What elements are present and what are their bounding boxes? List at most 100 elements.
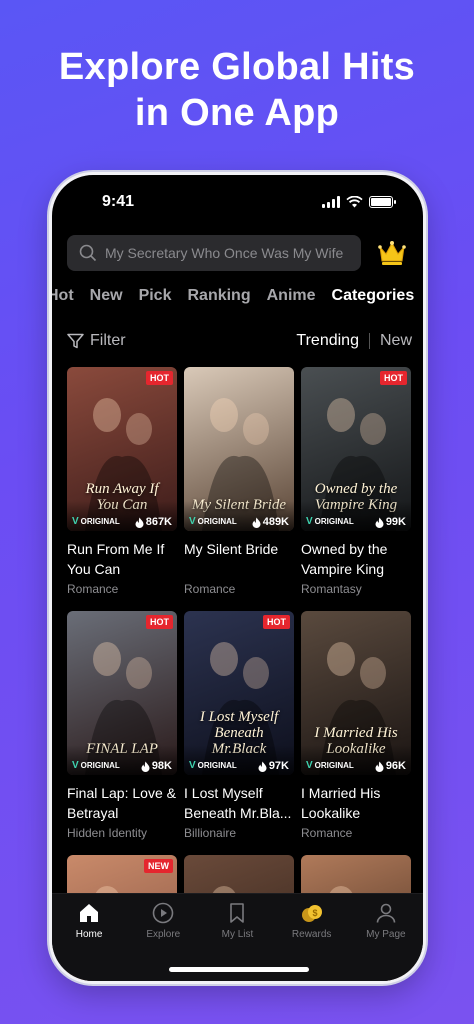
filter-row: Filter Trending New bbox=[67, 332, 412, 354]
original-mark: V ORIGINAL bbox=[189, 516, 237, 527]
wifi-icon bbox=[346, 196, 363, 208]
original-label: ORIGINAL bbox=[314, 517, 354, 526]
cover-image: My Silent BrideVORIGINAL489K bbox=[184, 367, 294, 531]
original-v-icon: V bbox=[72, 516, 79, 527]
battery-icon bbox=[369, 196, 396, 208]
promo-line-2: in One App bbox=[134, 92, 340, 134]
filter-label: Filter bbox=[90, 332, 126, 349]
category-tabs: Hot New Pick Ranking Anime Categories bbox=[52, 287, 423, 313]
sort-new[interactable]: New bbox=[380, 332, 412, 350]
nav-explore-label: Explore bbox=[146, 929, 181, 940]
drama-genre: Billionaire bbox=[184, 826, 237, 840]
nav-my-list[interactable]: My List bbox=[202, 902, 272, 940]
view-count-value: 867K bbox=[145, 516, 172, 528]
drama-genre: Romance bbox=[184, 582, 236, 596]
status-bar: 9:41 bbox=[52, 191, 423, 215]
phone-frame: 9:41 My Secretary Who Once Was My Wife H… bbox=[49, 172, 426, 984]
drama-title: Run From Me If You Can bbox=[67, 541, 165, 577]
drama-genre: Hidden Identity bbox=[67, 826, 148, 840]
user-icon bbox=[376, 903, 396, 923]
drama-card[interactable]: I Lost Myself Beneath Mr.BlackHOTVORIGIN… bbox=[184, 611, 294, 841]
drama-card[interactable]: Owned by the Vampire King HOT VORIGINAL 99K… bbox=[301, 367, 411, 597]
original-label: ORIGINAL bbox=[314, 761, 354, 770]
original-v-icon: V bbox=[306, 516, 313, 527]
view-count: 97K bbox=[258, 760, 289, 772]
flame-icon bbox=[375, 761, 384, 772]
drama-card[interactable]: Run Away If You CanHOTVORIGINAL867KRun F… bbox=[67, 367, 177, 597]
original-mark: V ORIGINAL bbox=[72, 516, 120, 527]
original-mark: V ORIGINAL bbox=[189, 760, 237, 771]
signal-icon bbox=[322, 196, 340, 208]
original-v-icon: V bbox=[189, 516, 196, 527]
original-v-icon: V bbox=[189, 760, 196, 771]
cover-image: Owned by the Vampire KingHOTVORIGINAL99K bbox=[301, 367, 411, 531]
tab-new[interactable]: New bbox=[90, 287, 123, 313]
tab-categories[interactable]: Categories bbox=[332, 287, 415, 313]
filter-icon bbox=[67, 333, 84, 349]
original-mark: V ORIGINAL bbox=[72, 760, 120, 771]
cover-image: I Lost Myself Beneath Mr.BlackHOTVORIGIN… bbox=[184, 611, 294, 775]
nav-my-list-label: My List bbox=[221, 929, 254, 940]
status-badge: HOT bbox=[263, 615, 290, 629]
original-mark: V ORIGINAL bbox=[306, 516, 354, 527]
nav-home[interactable]: Home bbox=[54, 902, 124, 940]
view-count-value: 99K bbox=[385, 516, 406, 528]
drama-card[interactable]: FINAL LAPHOTVORIGINAL98KFinal Lap: Love … bbox=[67, 611, 177, 841]
drama-card[interactable]: My Silent BrideVORIGINAL489KMy Silent Br… bbox=[184, 367, 294, 597]
tab-anime[interactable]: Anime bbox=[267, 287, 316, 313]
original-label: ORIGINAL bbox=[80, 761, 120, 770]
status-badge: HOT bbox=[146, 371, 173, 385]
tab-ranking[interactable]: Ranking bbox=[187, 287, 250, 313]
cover-image: I Married His LookalikeVORIGINAL96K bbox=[301, 611, 411, 775]
filter-button[interactable]: Filter bbox=[67, 332, 126, 350]
status-icons bbox=[322, 196, 396, 208]
view-count: 96K bbox=[375, 760, 406, 772]
view-count-value: 98K bbox=[151, 760, 172, 772]
bottom-nav: Home Explore My List $ Rewards My Page bbox=[52, 893, 423, 981]
svg-text:$: $ bbox=[312, 908, 317, 918]
nav-rewards-label: Rewards bbox=[291, 929, 332, 940]
original-label: ORIGINAL bbox=[197, 517, 237, 526]
view-count: 867K bbox=[135, 516, 172, 528]
drama-card[interactable]: I Married His LookalikeVORIGINAL96KI Mar… bbox=[301, 611, 411, 841]
search-icon bbox=[79, 244, 97, 262]
drama-genre: Romantasy bbox=[301, 582, 362, 596]
cover-image: Run Away If You CanHOTVORIGINAL867K bbox=[67, 367, 177, 531]
drama-genre: Romance bbox=[67, 582, 119, 596]
flame-icon bbox=[258, 761, 267, 772]
crown-icon[interactable] bbox=[377, 239, 407, 267]
status-badge: NEW bbox=[144, 859, 173, 873]
play-circle-icon bbox=[152, 902, 174, 924]
nav-rewards[interactable]: $ Rewards bbox=[277, 902, 347, 940]
sort-divider bbox=[368, 333, 370, 349]
sort-options: Trending New bbox=[296, 332, 412, 350]
original-mark: V ORIGINAL bbox=[306, 760, 354, 771]
status-time: 9:41 bbox=[102, 193, 135, 210]
nav-my-page-label: My Page bbox=[366, 929, 406, 940]
view-count-value: 96K bbox=[385, 760, 406, 772]
view-count: 98K bbox=[141, 760, 172, 772]
view-count: 489K bbox=[252, 516, 289, 528]
coins-icon: $ bbox=[301, 905, 322, 922]
flame-icon bbox=[141, 761, 150, 772]
drama-genre: Romance bbox=[301, 826, 353, 840]
search-bar[interactable]: My Secretary Who Once Was My Wife bbox=[67, 235, 361, 271]
original-label: ORIGINAL bbox=[197, 761, 237, 770]
tab-pick[interactable]: Pick bbox=[139, 287, 172, 313]
drama-title: My Silent Bride bbox=[184, 541, 279, 557]
original-label: ORIGINAL bbox=[80, 517, 120, 526]
original-v-icon: V bbox=[306, 760, 313, 771]
drama-title: Final Lap: Love & Betrayal bbox=[67, 785, 176, 821]
status-badge: HOT bbox=[146, 615, 173, 629]
sort-trending[interactable]: Trending bbox=[296, 332, 359, 350]
bookmark-icon bbox=[230, 903, 245, 923]
promo-headline: Explore Global Hits in One App bbox=[0, 44, 474, 136]
nav-my-page[interactable]: My Page bbox=[351, 902, 421, 940]
flame-icon bbox=[375, 517, 384, 528]
nav-explore[interactable]: Explore bbox=[128, 902, 198, 940]
original-v-icon: V bbox=[72, 760, 79, 771]
tab-hot[interactable]: Hot bbox=[52, 287, 74, 313]
status-badge: HOT bbox=[380, 371, 407, 385]
flame-icon bbox=[252, 517, 261, 528]
flame-icon bbox=[135, 517, 144, 528]
